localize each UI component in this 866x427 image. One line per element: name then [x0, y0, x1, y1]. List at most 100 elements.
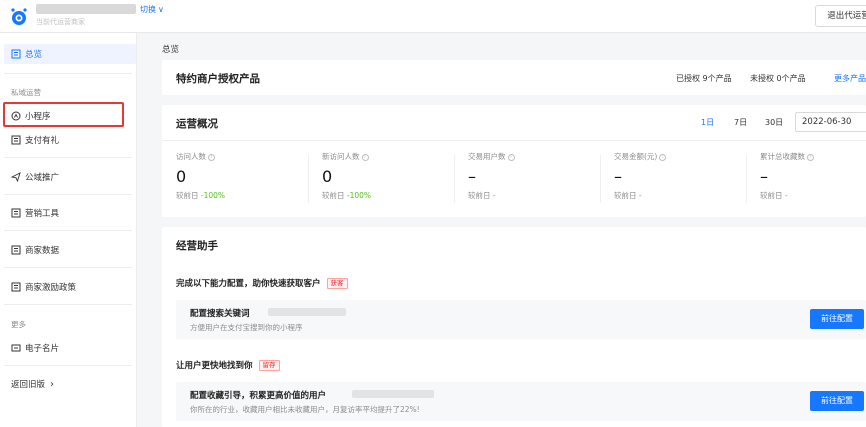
compare-label: 较前日	[760, 191, 783, 200]
divider	[4, 365, 132, 366]
divider	[4, 304, 132, 305]
metric-new-visitors: 新访问人数 i 0 较前日 -100%	[322, 151, 462, 201]
data-icon	[11, 245, 21, 255]
metric-total-favorites: 累计总收藏数 i – 较前日 -	[760, 151, 860, 201]
switch-label: 切换	[140, 5, 156, 14]
task-group-label: 完成以下能力配置，助你快速获取客户	[176, 279, 321, 289]
business-assistant-card: 经营助手 完成以下能力配置，助你快速获取客户 获客 配置搜索关键词 方便用户在支付…	[162, 227, 866, 427]
info-icon[interactable]: i	[807, 153, 814, 161]
breadcrumb: 总览	[162, 45, 180, 55]
card-icon	[11, 343, 21, 353]
sidebar-item-mini-program[interactable]: 小程序	[4, 106, 136, 126]
metric-label: 交易金额(元)	[614, 152, 658, 161]
sidebar-item-label: 总览	[25, 50, 43, 60]
sidebar-item-label: 小程序	[25, 112, 51, 122]
divider	[308, 155, 309, 203]
date-picker[interactable]: 2022-06-30	[795, 112, 866, 132]
top-header: 当前代运营商家 切换 ∨ 退出代运营	[0, 0, 866, 33]
go-configure-button[interactable]: 前往配置	[810, 391, 864, 411]
divider	[4, 194, 132, 195]
sidebar-item-label: 商家数据	[25, 246, 60, 256]
divider	[4, 267, 132, 268]
task-name: 配置收藏引导，积累更高价值的用户	[190, 391, 327, 401]
unauthorized-count: 未授权 0个产品	[750, 74, 806, 83]
chevron-right-icon: ›	[50, 378, 55, 390]
task-group-title: 让用户更快地找到你 留存	[176, 359, 280, 371]
divider	[600, 155, 601, 203]
compare-label: 较前日	[468, 191, 491, 200]
compare-label: 较前日	[322, 191, 345, 200]
info-icon[interactable]: i	[507, 153, 515, 161]
sidebar-item-public-promo[interactable]: 公域推广	[4, 167, 136, 187]
sidebar-item-incentive-policy[interactable]: 商家激励政策	[4, 277, 136, 297]
gift-list-icon	[11, 135, 21, 145]
metric-label: 访问人数	[176, 152, 206, 161]
metric-label: 累计总收藏数	[760, 152, 805, 161]
go-configure-button[interactable]: 前往配置	[810, 309, 864, 329]
metric-delta: -	[492, 191, 496, 200]
sidebar-item-label: 支付有礼	[25, 136, 60, 146]
divider	[4, 73, 132, 74]
auth-products-card: 特约商户授权产品 已授权 9个产品 未授权 0个产品 更多产品	[162, 60, 866, 95]
policy-icon	[11, 282, 21, 292]
document-icon	[11, 49, 21, 59]
sidebar-item-business-card[interactable]: 电子名片	[4, 338, 136, 358]
info-icon[interactable]: i	[208, 153, 215, 161]
compare-label: 较前日	[176, 191, 199, 200]
acquire-tag: 获客	[326, 278, 348, 289]
exit-proxy-button[interactable]: 退出代运营	[815, 5, 866, 27]
divider	[162, 140, 866, 141]
metric-trade-users: 交易用户数 i – 较前日 -	[468, 151, 608, 201]
divider	[454, 155, 455, 203]
range-30d[interactable]: 30日	[765, 117, 783, 128]
assist-card-title: 经营助手	[176, 240, 218, 252]
metric-label: 新访问人数	[322, 152, 360, 161]
sidebar-item-label: 电子名片	[25, 344, 60, 354]
auth-card-title: 特约商户授权产品	[176, 73, 260, 85]
mini-program-icon	[11, 111, 21, 121]
chevron-down-icon: ∨	[158, 5, 164, 14]
retain-tag: 留存	[258, 360, 280, 371]
metric-label: 交易用户数	[468, 152, 506, 161]
metric-value: –	[614, 167, 622, 186]
divider	[746, 155, 747, 203]
sidebar-item-marketing-tools[interactable]: 营销工具	[4, 203, 136, 223]
divider	[4, 157, 132, 158]
section-private-ops: 私域运营	[11, 88, 41, 97]
back-to-old-version-link[interactable]: 返回旧版 ›	[4, 374, 136, 394]
sidebar: 总览 私域运营 小程序 支付有礼 公域推广 营销工具 商家数据 商家激励政策 更…	[0, 33, 137, 427]
metric-visitors: 访问人数 i 0 较前日 -100%	[176, 151, 316, 201]
ops-overview-card: 运营概况 1日 7日 30日 2022-06-30 访问人数 i 0 较前日 -1…	[162, 105, 866, 217]
back-old-label: 返回旧版	[11, 380, 46, 390]
task-desc: 方便用户在支付宝搜到你的小程序	[190, 323, 303, 332]
account-name-blurred	[36, 4, 136, 14]
task-item-search-keyword: 配置搜索关键词 方便用户在支付宝搜到你的小程序 前往配置	[176, 300, 866, 339]
metric-delta: -	[784, 191, 788, 200]
metric-value: –	[468, 167, 476, 186]
tools-icon	[11, 208, 21, 218]
task-group-title: 完成以下能力配置，助你快速获取客户 获客	[176, 277, 348, 289]
blurred-content	[352, 390, 434, 398]
switch-account-link[interactable]: 切换 ∨	[140, 4, 164, 15]
range-1d[interactable]: 1日	[701, 117, 714, 128]
metric-delta: -100%	[346, 191, 372, 200]
authorized-count: 已授权 9个产品	[676, 74, 732, 83]
range-7d[interactable]: 7日	[734, 117, 747, 128]
info-icon[interactable]: i	[659, 153, 667, 161]
sidebar-item-pay-gift[interactable]: 支付有礼	[4, 130, 136, 150]
sidebar-item-label: 商家激励政策	[25, 283, 77, 293]
task-desc: 你所在的行业，收藏用户相比未收藏用户，月复访率平均提升了22%!	[190, 405, 420, 414]
app-logo-icon	[11, 8, 27, 25]
more-products-link[interactable]: 更多产品	[834, 73, 866, 84]
send-icon	[11, 172, 21, 182]
sidebar-item-overview[interactable]: 总览	[4, 44, 136, 64]
task-group-label: 让用户更快地找到你	[176, 361, 253, 371]
ops-card-title: 运营概况	[176, 118, 218, 130]
metric-delta: -100%	[200, 191, 226, 200]
metric-value: 0	[322, 167, 333, 186]
metric-delta: -	[638, 191, 642, 200]
info-icon[interactable]: i	[361, 153, 369, 161]
sidebar-item-merchant-data[interactable]: 商家数据	[4, 240, 136, 260]
blurred-content	[268, 308, 346, 316]
metric-value: 0	[176, 167, 187, 186]
